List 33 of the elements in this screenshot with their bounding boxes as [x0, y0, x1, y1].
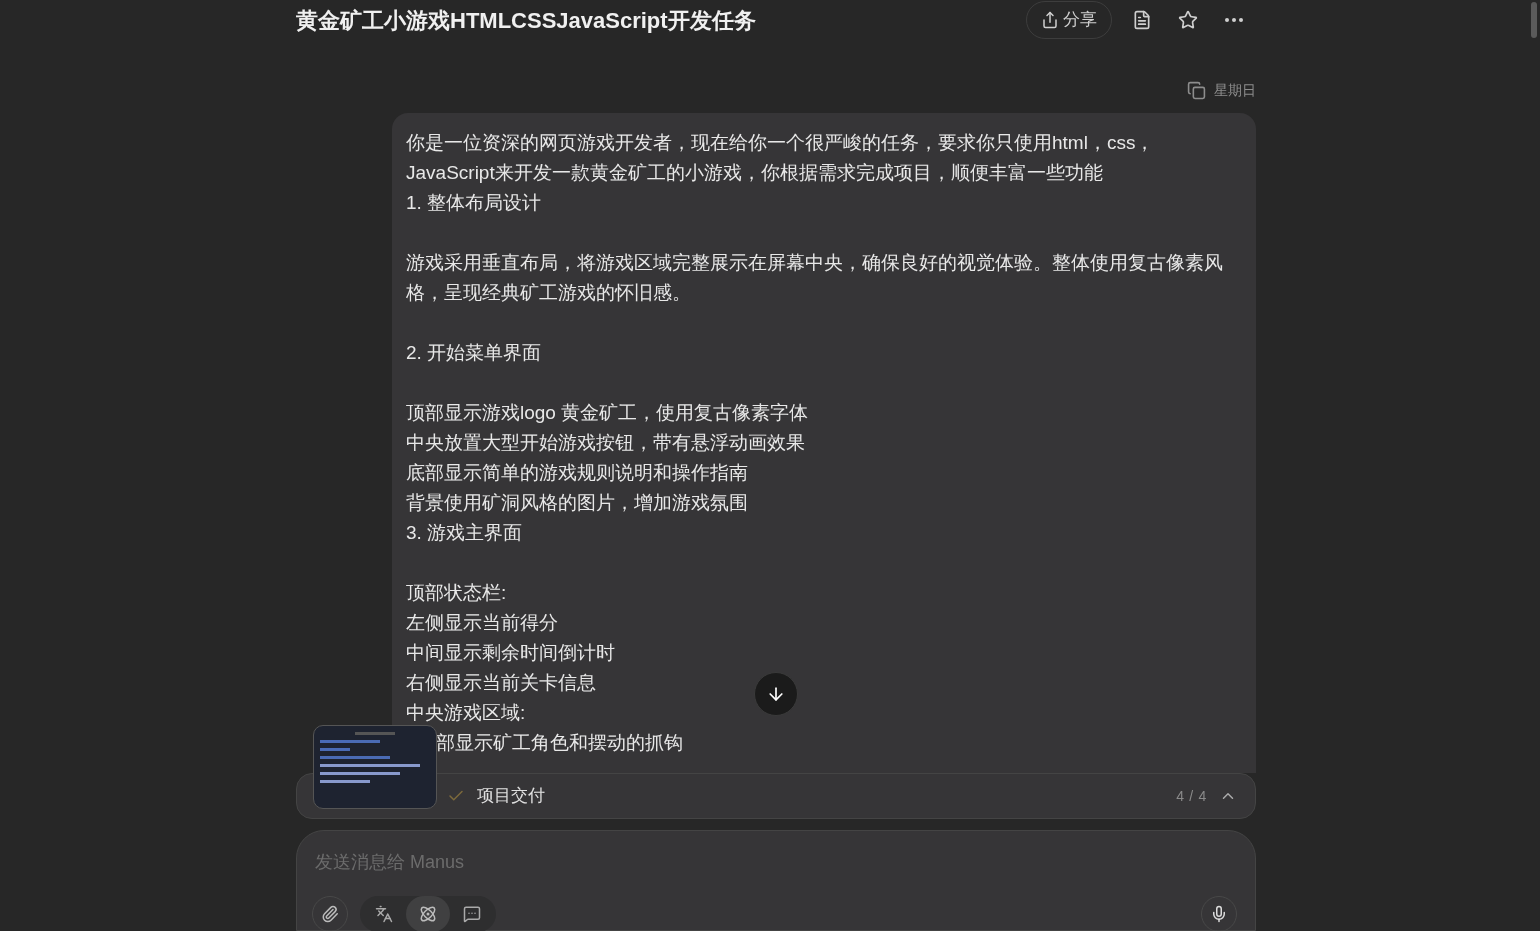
- message-line: 游戏采用垂直布局，将游戏区域完整展示在屏幕中央，确保良好的视觉体验。整体使用复古像素风格，呈现经典矿工游戏的怀旧感。: [406, 251, 1224, 305]
- paperclip-icon: [321, 905, 339, 923]
- atom-icon: [419, 905, 437, 923]
- progress-count: 4 / 4: [1176, 786, 1207, 806]
- message-line: 底部显示简单的游戏规则说明和操作指南: [406, 461, 748, 485]
- message-line: 右侧显示当前关卡信息: [406, 671, 596, 695]
- message-line: 2. 开始菜单界面: [406, 341, 542, 365]
- task-progress-bar[interactable]: 项目交付 4 / 4: [296, 773, 1256, 819]
- share-icon: [1041, 11, 1059, 29]
- message-line: 1. 整体布局设计: [406, 191, 542, 215]
- message-line: 中央游戏区域:: [406, 701, 526, 725]
- chat-bubble-icon: [463, 905, 481, 923]
- message-line: 中央放置大型开始游戏按钮，带有悬浮动画效果: [406, 431, 805, 455]
- translate-icon: [375, 905, 393, 923]
- message-line: 中间显示剩余时间倒计时: [406, 641, 615, 665]
- copy-icon[interactable]: [1187, 81, 1206, 100]
- message-line: 你是一位资深的网页游戏开发者，现在给你一个很严峻的任务，要求你只使用html，css，JavaScript来开发一款黄金矿工的小游戏，你根据需求完成项目，顺便丰富一些功能: [406, 131, 1156, 185]
- message-line: 部显示矿工角色和摆动的抓钩: [436, 731, 683, 755]
- document-icon: [1132, 10, 1152, 30]
- scrollbar-thumb[interactable]: [1531, 2, 1537, 38]
- message-line: 顶部状态栏:: [406, 581, 507, 605]
- message-line: 左侧显示当前得分: [406, 611, 558, 635]
- message-line: 背景使用矿洞风格的图片，增加游戏氛围: [406, 491, 748, 515]
- microphone-icon: [1210, 905, 1228, 923]
- message-time: 星期日: [1214, 81, 1256, 100]
- chat-title: 黄金矿工小游戏HTMLCSSJavaScript开发任务: [296, 6, 756, 35]
- screenshot-thumbnail[interactable]: [313, 725, 437, 809]
- atom-button[interactable]: [406, 896, 450, 931]
- message-line: 顶部显示游戏logo 黄金矿工，使用复古像素字体: [406, 401, 809, 425]
- progress-step: 项目交付: [477, 783, 545, 809]
- star-icon: [1178, 10, 1198, 30]
- more-icon: [1225, 18, 1243, 22]
- message-line: 3. 游戏主界面: [406, 521, 523, 545]
